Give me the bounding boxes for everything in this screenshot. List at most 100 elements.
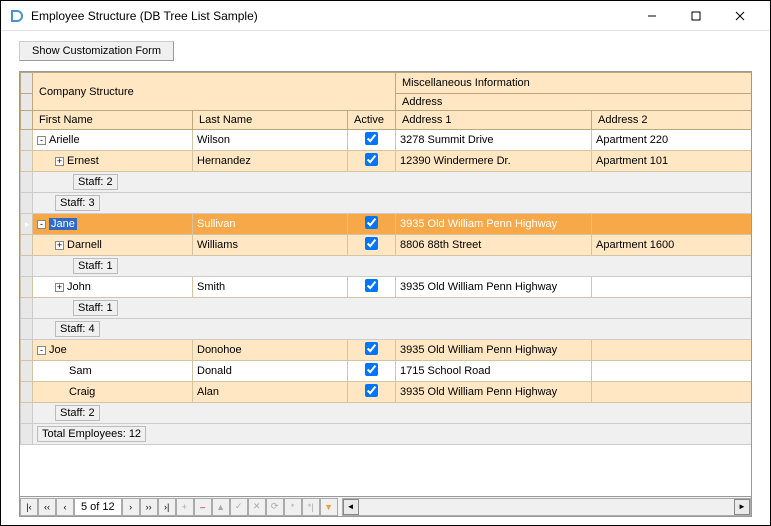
window: Employee Structure (DB Tree List Sample)… — [0, 0, 771, 526]
active-checkbox[interactable] — [365, 237, 378, 250]
expand-icon[interactable]: - — [37, 220, 46, 229]
active-cell[interactable] — [348, 340, 396, 361]
active-checkbox[interactable] — [365, 342, 378, 355]
col-address-1[interactable]: Address 1 — [396, 111, 592, 130]
nav-add[interactable]: + — [176, 498, 194, 516]
nav-last[interactable]: ›| — [158, 498, 176, 516]
col-last-name[interactable]: Last Name — [193, 111, 348, 130]
address2-cell — [592, 214, 752, 235]
band-address[interactable]: Address — [396, 94, 752, 111]
col-active[interactable]: Active — [348, 111, 396, 130]
col-address-2[interactable]: Address 2 — [592, 111, 752, 130]
table-row[interactable]: +John Smith 3935 Old William Penn Highway — [21, 277, 752, 298]
active-cell[interactable] — [348, 151, 396, 172]
first-name-cell: Ernest — [67, 155, 99, 167]
address2-cell — [592, 382, 752, 403]
nav-prev[interactable]: ‹ — [56, 498, 74, 516]
table-row[interactable]: +DarnellWilliams8806 88th StreetApartmen… — [21, 235, 752, 256]
expand-icon[interactable]: - — [37, 346, 46, 355]
band-company[interactable]: Company Structure — [33, 73, 396, 111]
address1-cell: 3935 Old William Penn Highway — [396, 340, 592, 361]
staff-count: Staff: 4 — [55, 321, 100, 337]
table-row[interactable]: ▸-JaneSullivan3935 Old William Penn High… — [21, 214, 752, 235]
nav-edit[interactable]: ▲ — [212, 498, 230, 516]
expand-icon[interactable]: - — [37, 136, 46, 145]
row-indicator — [21, 235, 33, 256]
address2-cell: Apartment 1600 — [592, 235, 752, 256]
table-row[interactable]: +ErnestHernandez12390 Windermere Dr.Apar… — [21, 151, 752, 172]
nav-bookmark[interactable]: * — [284, 498, 302, 516]
first-name-cell: Arielle — [49, 134, 80, 146]
maximize-button[interactable] — [674, 2, 718, 30]
address2-cell — [592, 361, 752, 382]
active-checkbox[interactable] — [365, 132, 378, 145]
last-name-cell: Smith — [193, 277, 348, 298]
nav-goto-bookmark[interactable]: *| — [302, 498, 320, 516]
active-checkbox[interactable] — [365, 279, 378, 292]
band-indicator — [21, 73, 33, 94]
active-checkbox[interactable] — [365, 363, 378, 376]
active-checkbox[interactable] — [365, 153, 378, 166]
active-cell[interactable] — [348, 130, 396, 151]
scroll-left-button[interactable]: ◄ — [343, 499, 359, 515]
active-cell[interactable] — [348, 235, 396, 256]
address1-cell: 3935 Old William Penn Highway — [396, 382, 592, 403]
summary-row: Staff: 1 — [21, 256, 752, 277]
row-indicator — [21, 277, 33, 298]
address2-cell — [592, 277, 752, 298]
first-name-cell: Sam — [69, 365, 92, 377]
summary-row: Staff: 1 — [21, 298, 752, 319]
active-cell[interactable] — [348, 382, 396, 403]
show-customization-button[interactable]: Show Customization Form — [19, 41, 174, 61]
expand-icon[interactable]: + — [55, 157, 64, 166]
last-name-cell: Williams — [193, 235, 348, 256]
table-row[interactable]: -ArielleWilson3278 Summit DriveApartment… — [21, 130, 752, 151]
scroll-right-button[interactable]: ► — [734, 499, 750, 515]
table-row[interactable]: SamDonald1715 School Road — [21, 361, 752, 382]
staff-count: Staff: 2 — [73, 174, 118, 190]
staff-count: Staff: 2 — [55, 405, 100, 421]
active-checkbox[interactable] — [365, 216, 378, 229]
address1-cell: 3278 Summit Drive — [396, 130, 592, 151]
staff-count: Staff: 3 — [55, 195, 100, 211]
nav-filter[interactable]: ▼ — [320, 498, 338, 516]
active-cell[interactable] — [348, 214, 396, 235]
nav-page-indicator: 5 of 12 — [74, 498, 122, 516]
expand-icon[interactable]: + — [55, 241, 64, 250]
address2-cell: Apartment 101 — [592, 151, 752, 172]
staff-count: Staff: 1 — [73, 300, 118, 316]
nav-refresh[interactable]: ⟳ — [266, 498, 284, 516]
toolbar: Show Customization Form — [1, 31, 770, 71]
first-name-cell: John — [67, 281, 91, 293]
expand-icon[interactable]: + — [55, 283, 64, 292]
band-row-1: Company Structure Miscellaneous Informat… — [21, 73, 752, 94]
row-indicator — [21, 382, 33, 403]
active-checkbox[interactable] — [365, 384, 378, 397]
address1-cell: 8806 88th Street — [396, 235, 592, 256]
band-misc[interactable]: Miscellaneous Information — [396, 73, 752, 94]
nav-first[interactable]: |‹ — [20, 498, 38, 516]
minimize-button[interactable] — [630, 2, 674, 30]
titlebar: Employee Structure (DB Tree List Sample) — [1, 1, 770, 31]
nav-prev-page[interactable]: ‹‹ — [38, 498, 56, 516]
address1-cell: 3935 Old William Penn Highway — [396, 277, 592, 298]
first-name-cell: Joe — [49, 344, 67, 356]
navigator-bar: |‹ ‹‹ ‹ 5 of 12 › ›› ›| + – ▲ ✓ ✕ ⟳ * *|… — [20, 496, 751, 516]
window-title: Employee Structure (DB Tree List Sample) — [31, 9, 630, 23]
nav-next[interactable]: › — [122, 498, 140, 516]
active-cell[interactable] — [348, 277, 396, 298]
active-cell[interactable] — [348, 361, 396, 382]
grid-table: Company Structure Miscellaneous Informat… — [20, 72, 751, 445]
column-row: First Name Last Name Active Address 1 Ad… — [21, 111, 752, 130]
nav-post[interactable]: ✓ — [230, 498, 248, 516]
col-first-name[interactable]: First Name — [33, 111, 193, 130]
table-row[interactable]: -JoeDonohoe3935 Old William Penn Highway — [21, 340, 752, 361]
nav-next-page[interactable]: ›› — [140, 498, 158, 516]
horizontal-scrollbar[interactable]: ◄ ► — [342, 498, 751, 516]
summary-row: Staff: 4 — [21, 319, 752, 340]
nav-cancel[interactable]: ✕ — [248, 498, 266, 516]
close-button[interactable] — [718, 2, 762, 30]
table-row[interactable]: CraigAlan3935 Old William Penn Highway — [21, 382, 752, 403]
nav-delete[interactable]: – — [194, 498, 212, 516]
address2-cell: Apartment 220 — [592, 130, 752, 151]
